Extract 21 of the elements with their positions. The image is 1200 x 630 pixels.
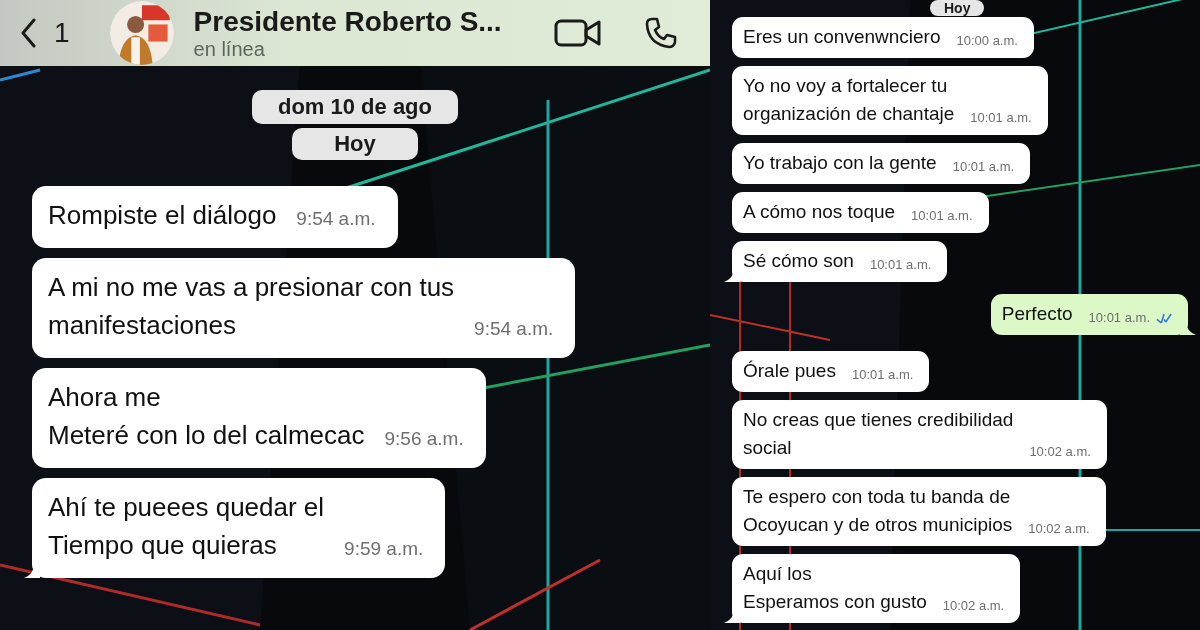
message-text: Perfecto bbox=[1001, 302, 1073, 326]
message-text: A cómo nos toque bbox=[743, 200, 896, 224]
message-text: Órale pues bbox=[743, 359, 836, 383]
message-time: 10:02 a.m. bbox=[942, 597, 1005, 615]
message-text: Eres un convenwnciero bbox=[743, 25, 941, 49]
message-text: Te espero con toda tu banda de Ocoyucan y de otros municipios bbox=[743, 485, 1013, 537]
message-time: 10:01 a.m. bbox=[970, 109, 1032, 127]
message-text: Sé cómo son bbox=[743, 249, 854, 273]
message-text: Yo trabajo con la gente bbox=[743, 151, 937, 175]
message-time: 10:01 a.m. bbox=[911, 207, 973, 225]
message-time: 10:02 a.m. bbox=[1028, 520, 1090, 538]
message-text: No creas que tienes credibilidad social bbox=[743, 408, 1014, 460]
message-time: 10:02 a.m. bbox=[1029, 443, 1091, 461]
date-chip: Hoy bbox=[930, 0, 985, 16]
message-text: Yo no voy a fortalecer tu organización de chantaje bbox=[743, 74, 955, 126]
message-time: 10:01 a.m. bbox=[851, 366, 914, 384]
message-time: 10:01 a.m. bbox=[952, 158, 1015, 176]
message-time: 10:01 a.m. bbox=[1088, 309, 1150, 327]
message-time: 10:00 a.m. bbox=[956, 32, 1018, 50]
message-text: Aquí los Esperamos con gusto bbox=[743, 562, 927, 614]
message-time: 10:01 a.m. bbox=[869, 256, 932, 274]
